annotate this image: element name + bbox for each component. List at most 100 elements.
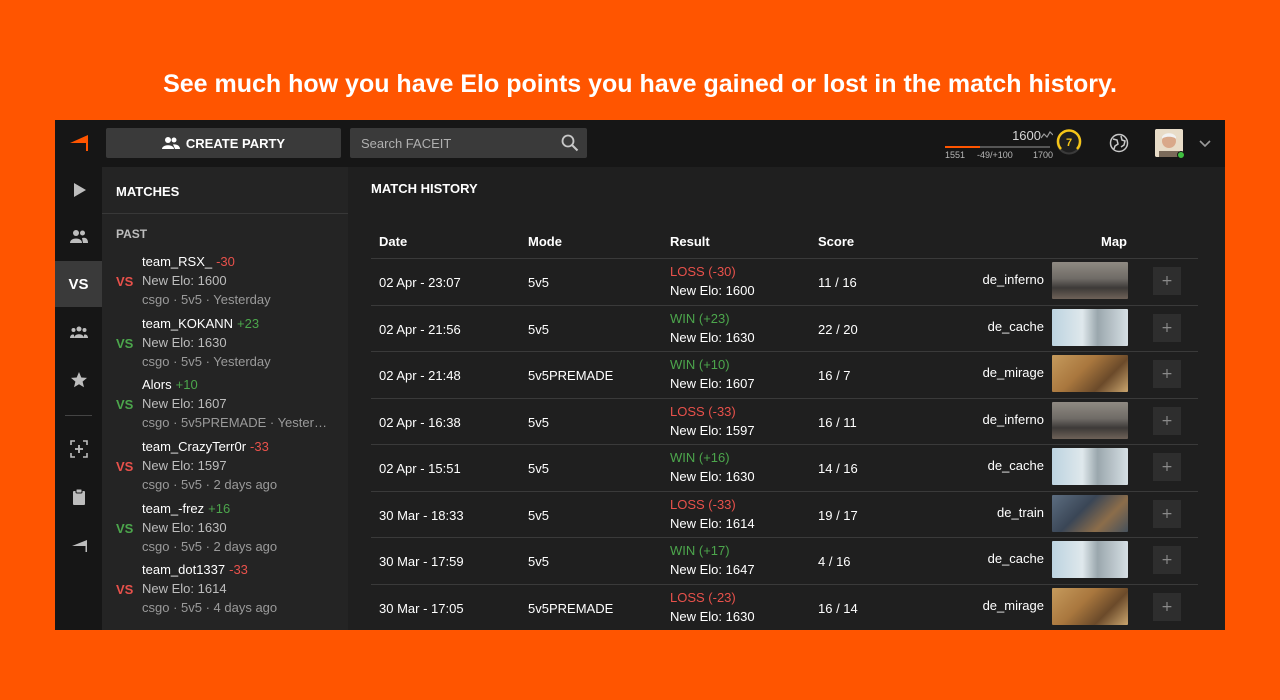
expand-match-button[interactable]: +: [1153, 406, 1181, 435]
expand-match-button[interactable]: +: [1153, 267, 1181, 295]
elo-progress-fill: [945, 146, 980, 148]
match-score: 22 / 20: [818, 321, 858, 337]
match-list: VS team_RSX_ -30 New Elo: 1600 csgo · 5v5 · …: [102, 254, 348, 624]
expand-match-button[interactable]: +: [1153, 313, 1181, 342]
match-mode: 5v5: [528, 461, 549, 476]
match-mode: 5v5PREMADE: [528, 368, 614, 383]
list-item[interactable]: VS team_-frez +16 New Elo: 1630 csgo · 5v5 ·…: [102, 501, 348, 563]
match-new-elo: New Elo: 1630: [670, 608, 755, 624]
map-name: de_cache: [987, 551, 1044, 566]
match-team: team_-frez +16: [142, 501, 230, 516]
sidebar-item-faceit[interactable]: [55, 522, 102, 568]
sidebar-item-clipboard[interactable]: [55, 474, 102, 520]
table-row[interactable]: 30 Mar - 18:33 5v5 LOSS (-33) New Elo: 1614…: [371, 492, 1198, 538]
elo-delta: +23: [237, 315, 260, 331]
column-header-map[interactable]: Map: [1101, 234, 1127, 249]
match-meta: csgo · 5v5 · Yesterday: [142, 292, 271, 307]
search-icon[interactable]: [561, 134, 579, 152]
matches-header: MATCHES: [102, 167, 348, 214]
match-history-table: 02 Apr - 23:07 5v5 LOSS (-30) New Elo: 1600…: [371, 258, 1198, 630]
add-friend-icon: [69, 440, 88, 458]
past-section-label: PAST: [116, 227, 148, 241]
match-new-elo: New Elo: 1607: [670, 376, 755, 391]
expand-match-button[interactable]: +: [1153, 546, 1181, 574]
column-header-date[interactable]: Date: [379, 234, 407, 249]
match-date: 02 Apr - 21:56: [379, 321, 461, 337]
team-name: Alors: [142, 377, 172, 393]
match-score: 4 / 16: [818, 554, 851, 569]
sidebar-item-favorites[interactable]: [55, 357, 102, 403]
elo-delta: -33: [229, 562, 248, 578]
sidebar-item-party[interactable]: [55, 213, 102, 259]
table-row[interactable]: 02 Apr - 16:38 5v5 LOSS (-33) New Elo: 1597…: [371, 399, 1198, 445]
elo-delta: +16: [208, 500, 231, 516]
create-party-button[interactable]: CREATE PARTY: [106, 128, 341, 158]
table-row[interactable]: 30 Mar - 17:59 5v5 WIN (+17) New Elo: 1647 4…: [371, 538, 1198, 585]
map-thumbnail: [1052, 308, 1128, 346]
party-icon: [69, 230, 88, 243]
expand-match-button[interactable]: +: [1153, 360, 1181, 388]
vs-icon: VS: [68, 275, 89, 293]
match-result: WIN (+17): [670, 543, 730, 558]
match-new-elo: New Elo: 1597: [142, 458, 227, 474]
match-meta: csgo · 5v5 · 2 days ago: [142, 538, 278, 554]
matches-panel: MATCHES PAST VS team_RSX_ -30 New Elo: 1600…: [102, 167, 348, 630]
team-name: team_-frez: [142, 500, 205, 516]
match-score: 14 / 16: [818, 461, 858, 476]
sidebar-item-play[interactable]: [55, 167, 102, 213]
table-row[interactable]: 02 Apr - 21:48 5v5PREMADE WIN (+10) New Elo…: [371, 352, 1198, 399]
list-item[interactable]: VS team_KOKANN +23 New Elo: 1630 csgo · 5v5 …: [102, 316, 348, 378]
match-team: team_CrazyTerr0r -33: [142, 439, 269, 454]
map-name: de_cache: [987, 458, 1044, 473]
search-input[interactable]: [350, 128, 550, 158]
list-item[interactable]: VS Alors +10 New Elo: 1607 csgo · 5v5PREMADE…: [102, 377, 348, 439]
map-name: de_inferno: [982, 411, 1044, 427]
map-thumbnail: [1052, 587, 1128, 625]
list-item[interactable]: VS team_CrazyTerr0r -33 New Elo: 1597 csgo ·…: [102, 439, 348, 501]
list-item[interactable]: VS team_RSX_ -30 New Elo: 1600 csgo · 5v5 · …: [102, 254, 348, 316]
match-mode: 5v5PREMADE: [528, 600, 614, 616]
list-item[interactable]: VS team_dot1337 -33 New Elo: 1614 csgo · 5v5…: [102, 562, 348, 624]
column-header-score[interactable]: Score: [818, 234, 854, 249]
expand-match-button[interactable]: +: [1153, 499, 1181, 528]
match-new-elo: New Elo: 1607: [142, 396, 227, 412]
elo-widget[interactable]: 1600 1551 -49/+100 1700: [943, 126, 1053, 162]
match-mode: 5v5: [528, 507, 549, 523]
promo-title: See much how you have Elo points you hav…: [163, 70, 1117, 98]
expand-match-button[interactable]: +: [1153, 592, 1181, 621]
match-new-elo: New Elo: 1614: [670, 515, 755, 531]
faceit-logo-icon[interactable]: [67, 134, 89, 152]
column-header-mode[interactable]: Mode: [528, 234, 562, 249]
match-new-elo: New Elo: 1647: [670, 562, 755, 577]
elo-current: 1600: [1012, 128, 1041, 143]
map-name: de_train: [997, 504, 1044, 520]
match-new-elo: New Elo: 1630: [670, 329, 755, 345]
sidebar-divider: [65, 415, 92, 416]
match-result: LOSS (-33): [670, 403, 736, 419]
party-icon: [161, 137, 180, 149]
match-score: 19 / 17: [818, 507, 858, 523]
table-row[interactable]: 02 Apr - 15:51 5v5 WIN (+16) New Elo: 1630 1…: [371, 445, 1198, 492]
map-thumbnail: [1052, 262, 1128, 299]
sidebar-item-matches[interactable]: VS: [55, 261, 102, 307]
map-name: de_mirage: [982, 597, 1044, 613]
elo-max: 1700: [1032, 150, 1053, 160]
map-thumbnail: [1052, 541, 1128, 578]
match-team: Alors +10: [142, 377, 198, 392]
elo-progress-bar: [945, 146, 1050, 148]
sidebar-item-teams[interactable]: [55, 309, 102, 355]
sidebar-item-add-friend[interactable]: [55, 426, 102, 472]
expand-match-button[interactable]: +: [1153, 453, 1181, 481]
table-row[interactable]: 02 Apr - 23:07 5v5 LOSS (-30) New Elo: 1600…: [371, 259, 1198, 306]
table-row[interactable]: 30 Mar - 17:05 5v5PREMADE LOSS (-23) New El…: [371, 585, 1198, 631]
table-row[interactable]: 02 Apr - 21:56 5v5 WIN (+23) New Elo: 1630 2…: [371, 306, 1198, 352]
map-name: de_cache: [987, 318, 1044, 334]
team-name: team_CrazyTerr0r: [142, 439, 247, 455]
column-header-result[interactable]: Result: [670, 234, 710, 249]
chevron-down-icon[interactable]: [1199, 137, 1211, 149]
match-new-elo: New Elo: 1630: [670, 469, 755, 484]
faceit-logo-icon: [71, 540, 87, 552]
globe-icon[interactable]: [1109, 133, 1129, 153]
match-history: MATCH HISTORY Date Mode Result Score Map…: [348, 167, 1225, 630]
skill-level-badge[interactable]: 7: [1056, 129, 1082, 155]
